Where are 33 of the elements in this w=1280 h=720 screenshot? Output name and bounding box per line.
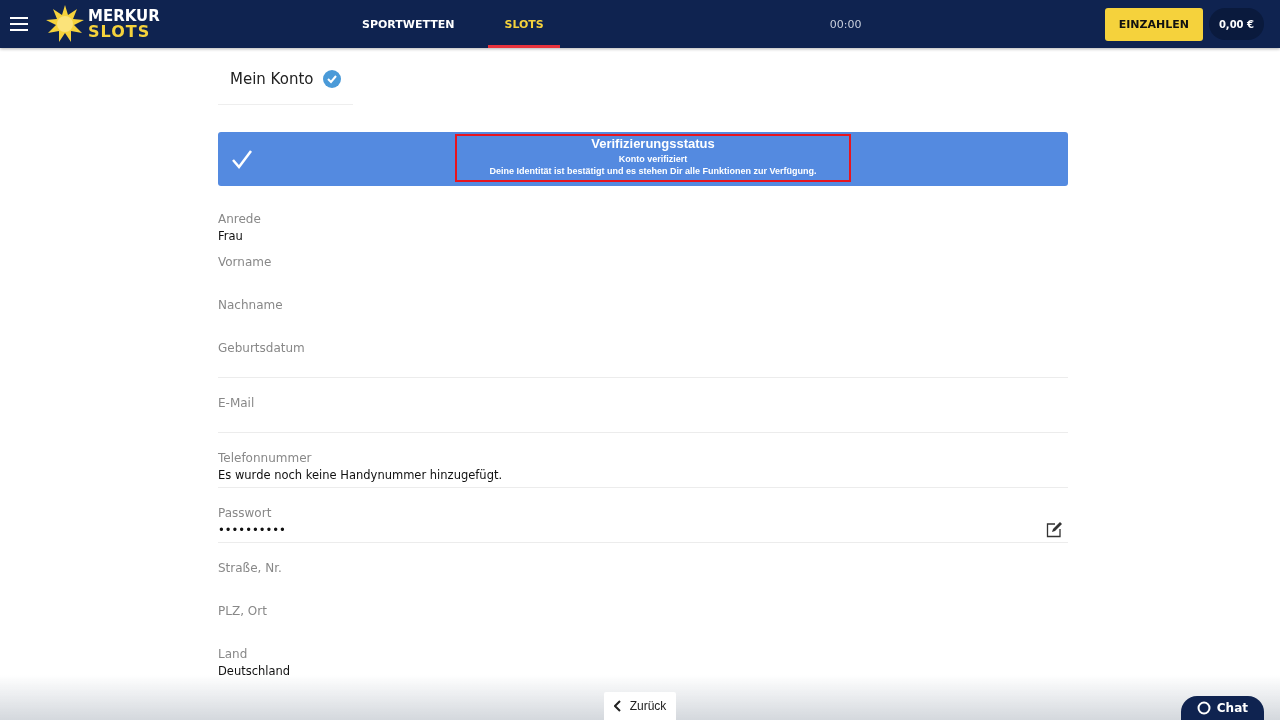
menu-icon[interactable] — [10, 16, 28, 32]
field-label: Geburtsdatum — [218, 341, 306, 355]
banner-message: Deine Identität ist bestätigt und es stehen Dir alle Funktionen zur Verfügung. — [489, 166, 817, 176]
field-label: E-Mail — [218, 396, 256, 410]
edit-icon[interactable] — [1046, 522, 1062, 538]
page-title: Mein Konto — [230, 70, 314, 88]
field-label: Vorname — [218, 255, 273, 269]
check-icon — [231, 149, 253, 169]
nav-tab[interactable]: SLOTS — [488, 0, 560, 48]
field-label: Anrede — [218, 212, 262, 226]
chat-button[interactable]: Chat — [1180, 696, 1264, 720]
field-value: Frau — [218, 229, 244, 243]
nav-tab[interactable]: SPORTWETTEN — [346, 0, 471, 48]
field-value: Es wurde noch keine Handynummer hinzugefügt. — [218, 468, 504, 482]
field-label: Nachname — [218, 298, 284, 312]
balance-button[interactable]: 0,00 € — [1208, 8, 1264, 40]
field-label: Straße, Nr. — [218, 561, 283, 575]
field-label: Land — [218, 647, 249, 661]
deposit-button[interactable]: EINZAHLEN — [1104, 7, 1203, 41]
chat-bubble-icon — [1196, 701, 1211, 715]
field-value: Deutschland — [218, 664, 292, 678]
brand-name: MERKUR — [88, 9, 160, 24]
brand-name: SLOTS — [88, 24, 152, 39]
chevron-left-icon — [613, 700, 622, 712]
field-value: •••••••••• — [218, 523, 287, 537]
field-label: Passwort — [218, 506, 273, 520]
banner-title: Verifizierungsstatus — [591, 136, 715, 151]
field-label: Telefonnummer — [218, 451, 313, 465]
session-timer: 00:00 — [829, 17, 863, 31]
sun-logo-icon — [46, 5, 84, 43]
field-label: PLZ, Ort — [218, 604, 268, 618]
banner-subtitle: Konto verifiziert — [618, 154, 688, 164]
back-button[interactable]: Zurück — [603, 692, 677, 720]
